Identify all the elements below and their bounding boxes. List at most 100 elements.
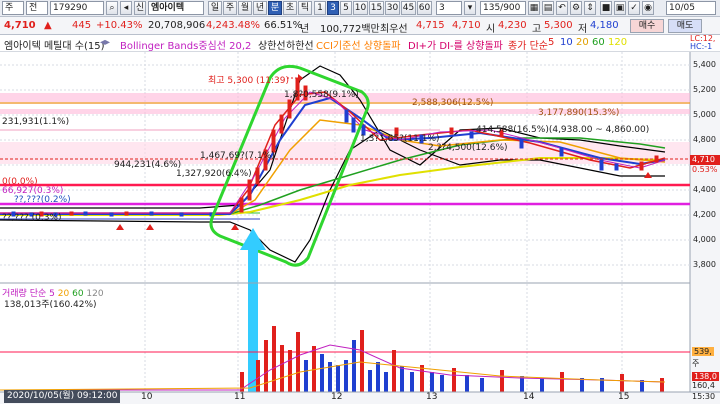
volume-ma-20: [0, 361, 666, 391]
ma-120-line: [0, 157, 666, 216]
sell-button[interactable]: 매도: [668, 19, 702, 33]
low-label: 저: [578, 24, 588, 35]
open-price: 4,230: [498, 20, 527, 31]
minute-60[interactable]: 60: [417, 1, 432, 15]
volume-axis-tag: 160,4: [692, 381, 715, 390]
stock-code-input[interactable]: 179290: [50, 1, 104, 15]
interval-input[interactable]: 3: [436, 1, 462, 15]
best-ask: 4,715: [416, 20, 445, 31]
pin-icon[interactable]: ⇕: [584, 1, 596, 15]
annot-5: 1,467,69?(7.1%): [200, 151, 275, 161]
stock-name[interactable]: 엠아이텍: [148, 1, 204, 15]
minute-45[interactable]: 45: [401, 1, 416, 15]
date-input[interactable]: 10/05: [666, 1, 716, 15]
price-tick: 4,000: [693, 235, 716, 244]
annot-13: ??,???(0.2%): [14, 195, 71, 205]
quote-bar: 4,710 ▲ 445 +10.43% 20,708,906 4,243.48%…: [0, 17, 720, 35]
period-year[interactable]: 년: [253, 1, 267, 15]
indicator-legend: 엠아이텍 메틸대 수(15) ◂▸ Bollinger Bands중심선 20,…: [0, 34, 720, 52]
price-tick: 5,200: [693, 85, 716, 94]
buy-signal-arrows: [116, 172, 652, 230]
settings-icon[interactable]: ⚙: [570, 1, 582, 15]
market-cap: 100,772백만: [320, 24, 380, 35]
volume-bars: [240, 326, 664, 392]
toggle-icon[interactable]: ◉: [642, 1, 654, 15]
cursor-date: 2020/10/05(월) 09:12:00: [4, 390, 121, 403]
dropdown-icon[interactable]: ▾: [464, 1, 476, 15]
price-tick: 4,400: [693, 185, 716, 194]
period-second[interactable]: 초: [283, 1, 297, 15]
annot-9: 414,588(16.5%)(4,938.00 ~ 4,860.00): [476, 125, 650, 135]
minute-1[interactable]: 1: [314, 1, 326, 15]
legend-ma-label: 종가 단순: [508, 41, 548, 52]
legend-bollinger: Bollinger Bands중심선 20,2: [120, 41, 252, 52]
legend-ma-10: 10: [560, 37, 573, 48]
scroll-left-icon[interactable]: ◂▸: [100, 37, 110, 48]
minute-10[interactable]: 10: [353, 1, 368, 15]
unit-label: 년: [300, 24, 310, 35]
x-tick: 11: [234, 392, 246, 402]
period-day[interactable]: 일: [208, 1, 222, 15]
period-month[interactable]: 월: [238, 1, 252, 15]
market-select[interactable]: 주: [2, 1, 24, 15]
volume-ratio: 4,243.48%: [206, 20, 261, 31]
period-minute[interactable]: 분: [268, 1, 282, 15]
legend-lower: 하한선: [286, 41, 314, 52]
x-tick: 15: [618, 392, 630, 402]
color-icon[interactable]: ■: [600, 1, 612, 15]
low-price: 4,180: [590, 20, 619, 31]
volume-axis-unit: 주: [692, 359, 700, 368]
high-pointer-icon: [298, 74, 303, 82]
hc-label: HC:-1: [690, 42, 713, 51]
chart-icon[interactable]: ▦: [528, 1, 540, 15]
price-tick: 4,800: [693, 135, 716, 144]
undo-icon[interactable]: ↶: [556, 1, 568, 15]
legend-di: DI+가 DI-를 상향돌파: [408, 41, 503, 52]
main-toolbar: 주 전 179290 ⌕ ◂ 신 엠아이텍 일 주 월 년 분 초 틱 1 3 …: [0, 0, 720, 17]
period-tick[interactable]: 틱: [298, 1, 312, 15]
up-triangle-icon: ▲: [44, 20, 52, 31]
annot-14: ??,??? (0.3%): [2, 213, 62, 223]
check-icon[interactable]: ✓: [628, 1, 640, 15]
price-chart[interactable]: [0, 52, 720, 404]
count-input[interactable]: 135/900: [480, 1, 526, 15]
prev-arrow-icon[interactable]: ◂: [120, 1, 132, 15]
price-tick: 5,000: [693, 110, 716, 119]
legend-ma-20: 20: [576, 37, 589, 48]
legend-upper: 상한선: [258, 41, 286, 52]
annot-2: 2,588,306(12.5%): [412, 98, 494, 108]
minute-5[interactable]: 5: [340, 1, 352, 15]
stock-badge-icon: 신: [134, 1, 146, 15]
search-icon[interactable]: ⌕: [106, 1, 118, 15]
annot-1: 1,8?0,558(9.1%): [284, 90, 359, 100]
grid-icon[interactable]: ▤: [542, 1, 554, 15]
best-label: 최우선: [380, 24, 408, 35]
minute-30[interactable]: 30: [385, 1, 400, 15]
calendar-icon[interactable]: ▣: [614, 1, 626, 15]
best-bid: 4,710: [452, 20, 481, 31]
current-price-tag: 4,710: [690, 155, 720, 165]
legend-ma-120: 120: [608, 37, 628, 48]
turnover-rate: 66.51%: [264, 20, 303, 31]
minute-15[interactable]: 15: [369, 1, 384, 15]
buy-button[interactable]: 매수: [630, 19, 664, 33]
legend-ma-5: 5: [548, 37, 555, 48]
annot-6: 944,231(4.6%): [114, 160, 182, 170]
change-percent: +10.43%: [96, 20, 143, 31]
price-tick: 5,400: [693, 60, 716, 69]
mode-select[interactable]: 전: [26, 1, 48, 15]
volume-info: 138,013주(160.42%): [4, 300, 97, 310]
volume-value: 20,708,906: [148, 20, 206, 31]
minute-3[interactable]: 3: [327, 1, 339, 15]
annot-4: 231,931(1.1%): [2, 117, 70, 127]
current-pct-tag: 0.53%: [692, 165, 718, 174]
chart-name: 엠아이텍 메틸대 수(15): [4, 41, 105, 52]
current-price: 4,710: [4, 20, 36, 31]
x-tick: 14: [523, 392, 535, 402]
legend-ma-60: 60: [592, 37, 605, 48]
period-week[interactable]: 주: [223, 1, 237, 15]
bollinger-upper: [0, 65, 666, 209]
annot-7: 1,327,920(6.4%): [176, 169, 252, 179]
annot-high: 최고 5,300 (11:39): [208, 76, 290, 86]
x-axis-time: 15:30: [692, 392, 716, 401]
